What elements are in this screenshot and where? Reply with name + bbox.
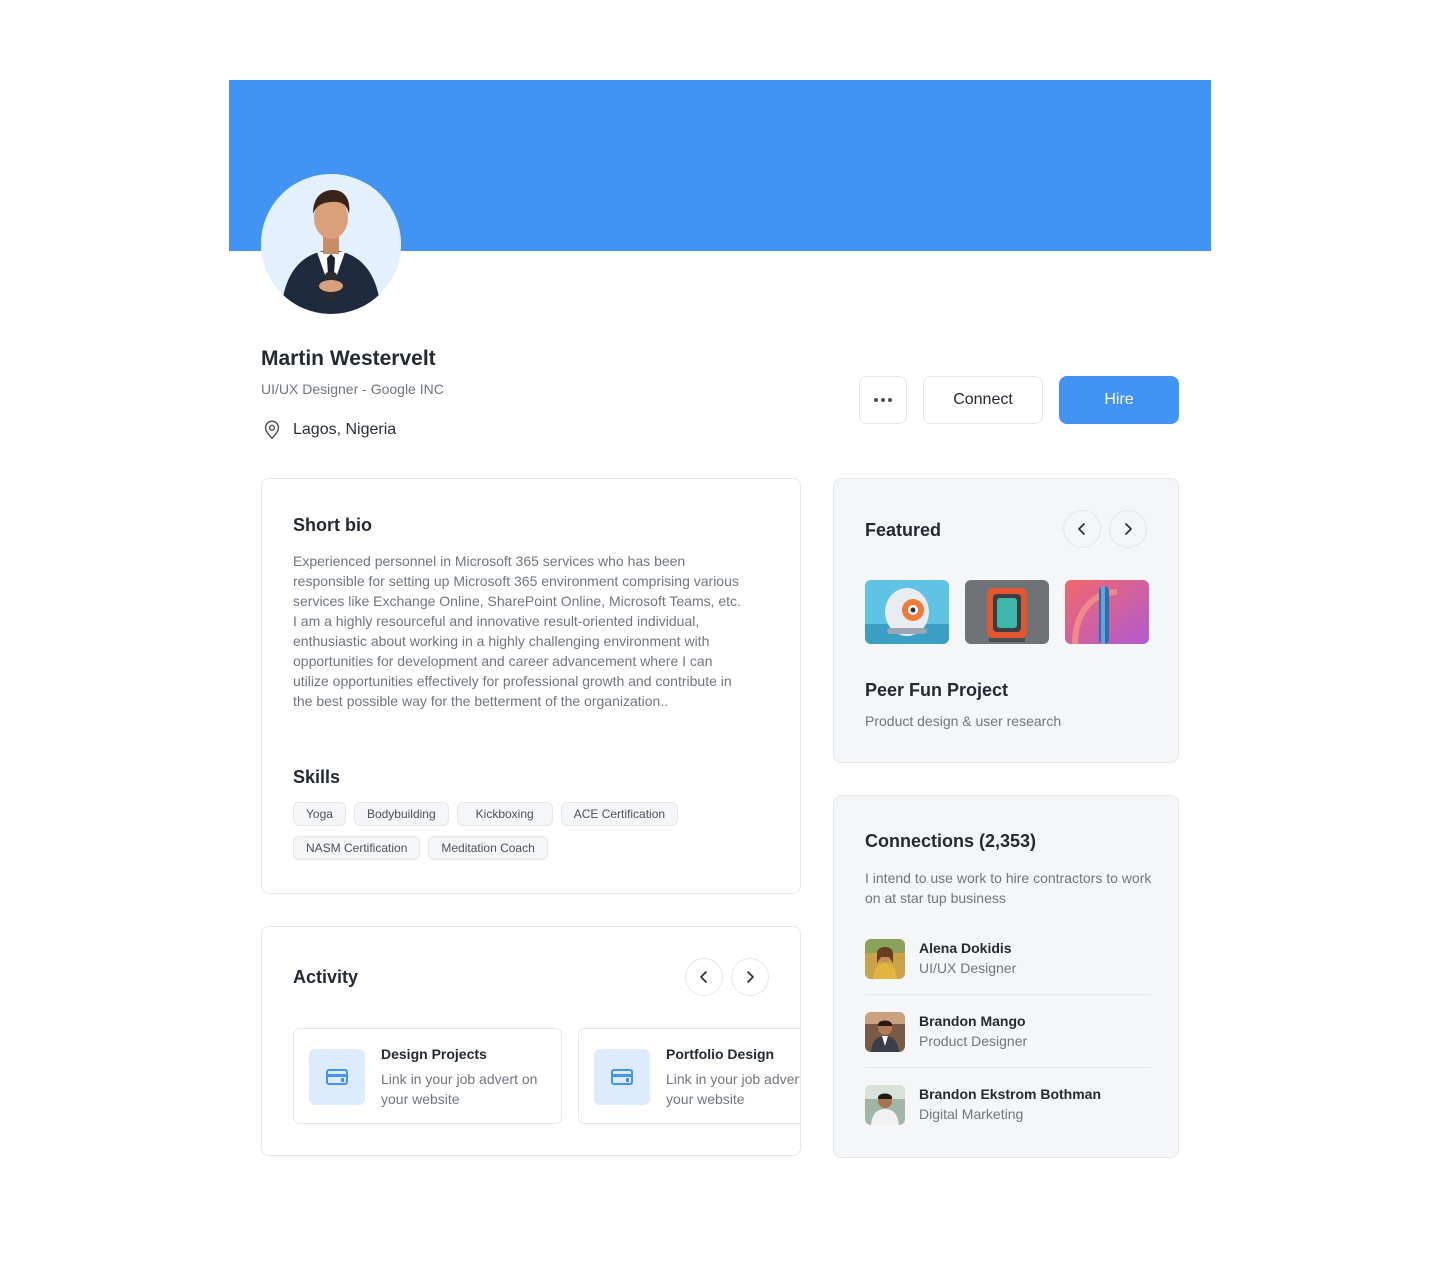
skill-chip[interactable]: NASM Certification bbox=[293, 836, 421, 860]
connection-item[interactable]: Brandon Mango Product Designer bbox=[865, 1012, 1151, 1068]
short-bio-text: Experienced personnel in Microsoft 365 s… bbox=[293, 553, 741, 709]
skills-list: Yoga Bodybuilding Kickboxing ACE Certifi… bbox=[293, 802, 743, 860]
featured-title: Featured bbox=[865, 520, 942, 540]
activity-item-desc: Link in your job advert on your website bbox=[381, 1071, 538, 1107]
activity-title: Activity bbox=[293, 967, 359, 987]
avatar bbox=[865, 1012, 905, 1052]
featured-image-device[interactable] bbox=[965, 580, 1049, 644]
card-icon bbox=[594, 1049, 650, 1105]
connection-name: Alena Dokidis bbox=[919, 940, 1012, 956]
skill-chip[interactable]: Meditation Coach bbox=[428, 836, 548, 860]
activity-item[interactable]: Design Projects Link in your job advert … bbox=[293, 1028, 562, 1124]
card-icon bbox=[309, 1049, 365, 1105]
short-bio-card: Short bio Experienced personnel in Micro… bbox=[261, 478, 801, 894]
more-options-button[interactable] bbox=[859, 376, 907, 424]
activity-prev-button[interactable] bbox=[685, 958, 723, 996]
skill-chip[interactable]: Kickboxing bbox=[456, 802, 553, 826]
profile-name: Martin Westervelt bbox=[261, 347, 436, 370]
connections-title: Connections (2,353) bbox=[865, 831, 1037, 851]
featured-project-subtitle: Product design & user research bbox=[865, 713, 1062, 729]
activity-item-desc: Link in your job advert on your website bbox=[666, 1071, 801, 1107]
connection-name: Brandon Ekstrom Bothman bbox=[919, 1086, 1102, 1102]
skill-chip[interactable]: Bodybuilding bbox=[353, 802, 449, 826]
featured-prev-button[interactable] bbox=[1063, 510, 1101, 548]
location-pin-icon bbox=[264, 420, 280, 440]
featured-project-title: Peer Fun Project bbox=[865, 680, 1009, 700]
profile-location: Lagos, Nigeria bbox=[261, 419, 396, 441]
connection-role: UI/UX Designer bbox=[919, 960, 1017, 976]
skills-title: Skills bbox=[293, 767, 341, 787]
connections-description: I intend to use work to hire contractors… bbox=[865, 870, 1152, 906]
featured-thumbnails bbox=[865, 580, 1149, 644]
activity-item-title: Design Projects bbox=[381, 1046, 487, 1062]
activity-item[interactable]: Portfolio Design Link in your job advert… bbox=[578, 1028, 801, 1124]
chevron-right-icon bbox=[1125, 523, 1132, 535]
profile-role: UI/UX Designer - Google INC bbox=[261, 381, 444, 397]
avatar bbox=[865, 939, 905, 979]
connect-button[interactable]: Connect bbox=[923, 376, 1043, 424]
connection-item[interactable]: Brandon Ekstrom Bothman Digital Marketin… bbox=[865, 1085, 1151, 1141]
connection-item[interactable]: Alena Dokidis UI/UX Designer bbox=[865, 939, 1151, 995]
connection-role: Digital Marketing bbox=[919, 1106, 1024, 1122]
hire-button[interactable]: Hire bbox=[1059, 376, 1179, 424]
activity-card: Activity Design Projects Link in your jo… bbox=[261, 926, 801, 1156]
connections-card: Connections (2,353) I intend to use work… bbox=[833, 795, 1179, 1158]
activity-next-button[interactable] bbox=[731, 958, 769, 996]
skill-chip[interactable]: Yoga bbox=[293, 802, 346, 826]
activity-item-title: Portfolio Design bbox=[666, 1046, 775, 1062]
connection-role: Product Designer bbox=[919, 1033, 1028, 1049]
featured-card: Featured Peer Fun Project Product design… bbox=[833, 478, 1179, 763]
skill-chip[interactable]: ACE Certification bbox=[560, 802, 679, 826]
chevron-left-icon bbox=[1078, 523, 1085, 535]
more-horizontal-icon bbox=[874, 398, 892, 402]
location-text: Lagos, Nigeria bbox=[293, 421, 397, 438]
featured-image-robot[interactable] bbox=[865, 580, 949, 644]
short-bio-title: Short bio bbox=[293, 515, 372, 535]
chevron-left-icon bbox=[700, 971, 707, 983]
featured-image-abstract[interactable] bbox=[1065, 580, 1149, 644]
profile-avatar bbox=[261, 174, 401, 314]
avatar bbox=[865, 1085, 905, 1125]
chevron-right-icon bbox=[747, 971, 754, 983]
connection-name: Brandon Mango bbox=[919, 1013, 1026, 1029]
featured-next-button[interactable] bbox=[1109, 510, 1147, 548]
